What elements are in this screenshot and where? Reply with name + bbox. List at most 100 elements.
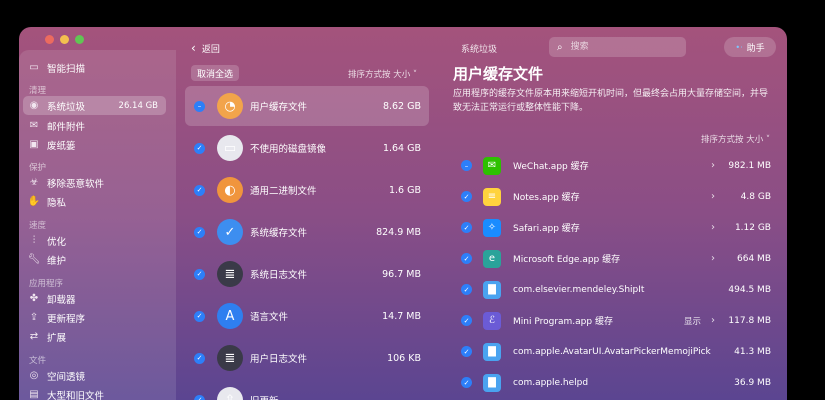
- window-controls: [45, 35, 84, 44]
- app-cache-row[interactable]: ✓ ▇ com.apple.helpd 36.9 MB: [456, 367, 776, 398]
- checkbox[interactable]: ✓: [194, 142, 205, 154]
- sidebar-item-optimization[interactable]: ⫶ 优化: [27, 231, 66, 250]
- show-link[interactable]: 显示: [684, 315, 701, 327]
- mini-program-icon: ℰ: [483, 311, 501, 330]
- sidebar-item-label: 移除恶意软件: [47, 178, 105, 190]
- category-row[interactable]: – ◔ 用户缓存文件 8.62 GB: [185, 86, 429, 126]
- category-row[interactable]: ✓ ✓ 系统缓存文件 824.9 MB: [185, 212, 429, 252]
- sort-dropdown[interactable]: 排序方式按 大小 ˅: [348, 68, 417, 80]
- category-row[interactable]: ✓ ▭ 不使用的磁盘镜像 1.64 GB: [185, 128, 429, 168]
- category-size: 96.7 MB: [382, 268, 421, 280]
- app-cache-row[interactable]: ✓ ▇ com.elsevier.mendeley.ShipIt 494.5 MB: [456, 274, 776, 305]
- assistant-button[interactable]: •· 助手: [724, 37, 776, 57]
- category-row[interactable]: ✓ ≣ 用户日志文件 106 KB: [185, 338, 429, 378]
- checkbox[interactable]: ✓: [194, 352, 205, 364]
- folder-icon: ▇: [483, 280, 501, 299]
- category-label: 系统缓存文件: [250, 228, 308, 239]
- category-size: 1.64 GB: [382, 142, 421, 154]
- back-button[interactable]: ‹ 返回: [191, 41, 220, 55]
- old-update-icon: ⇪: [217, 387, 243, 400]
- chevron-right-icon[interactable]: ›: [711, 253, 715, 264]
- chevron-right-icon[interactable]: ›: [711, 191, 715, 202]
- checkbox[interactable]: ✓: [194, 226, 205, 238]
- sidebar-section-title: 应用程序: [29, 279, 64, 289]
- category-row[interactable]: ✓ ≣ 系统日志文件 96.7 MB: [185, 254, 429, 294]
- sidebar-item-label: 更新程序: [47, 313, 86, 325]
- sidebar-item-extensions[interactable]: ⇄ 扩展: [27, 327, 66, 346]
- chevron-left-icon: ‹: [191, 41, 196, 55]
- sidebar-item-large-old-files[interactable]: ▤ 大型和旧文件: [27, 385, 104, 400]
- app-cache-row[interactable]: ✓ ℰ Mini Program.app 缓存 显示 › 117.8 MB: [456, 305, 776, 336]
- app-cache-size: 117.8 MB: [728, 315, 771, 326]
- sidebar-item-smart-scan[interactable]: ▭ 智能扫描: [27, 58, 85, 77]
- sidebar-item-label: 废纸篓: [47, 140, 76, 152]
- sidebar-item-malware-removal[interactable]: ☣ 移除恶意软件: [27, 173, 105, 192]
- chevron-right-icon[interactable]: ›: [711, 222, 715, 233]
- category-size: 8.62 GB: [382, 100, 421, 112]
- app-cache-row[interactable]: – ✉ WeChat.app 缓存 › 982.1 MB: [456, 150, 776, 181]
- minimize-window-button[interactable]: [60, 35, 69, 44]
- app-cache-row[interactable]: ✓ e Microsoft Edge.app 缓存 › 664 MB: [456, 243, 776, 274]
- app-cache-size: 664 MB: [737, 253, 771, 264]
- sidebar-item-mail-attachments[interactable]: ✉ 邮件附件: [27, 116, 85, 135]
- chevron-right-icon[interactable]: ›: [711, 315, 715, 326]
- sidebar-section-title: 速度: [29, 221, 47, 231]
- partial-checkbox[interactable]: –: [194, 100, 205, 112]
- sidebar-item-label: 大型和旧文件: [47, 390, 105, 400]
- app-cache-size: 41.3 MB: [734, 346, 771, 357]
- app-cache-size: 36.9 MB: [734, 377, 771, 388]
- sidebar-item-privacy[interactable]: ✋ 隐私: [27, 192, 66, 211]
- sidebar-item-uninstaller[interactable]: ✤ 卸载器: [27, 289, 76, 308]
- sidebar-item-trash[interactable]: ▣ 废纸篓: [27, 135, 76, 154]
- assistant-label: 助手: [746, 43, 765, 54]
- disk-image-icon: ▭: [217, 135, 243, 161]
- language-file-icon: A: [217, 303, 243, 329]
- app-cache-name: WeChat.app 缓存: [513, 162, 589, 172]
- checkbox[interactable]: ✓: [461, 377, 472, 388]
- app-cache-name: com.elsevier.mendeley.ShipIt: [513, 284, 645, 295]
- app-cache-row[interactable]: ✓ ▇ com.apple.AvatarUI.AvatarPickerMemojiP…: [456, 336, 776, 367]
- update-icon: ⇪: [29, 312, 39, 323]
- category-size: 14.7 MB: [382, 310, 421, 322]
- checkbox[interactable]: ✓: [194, 394, 205, 400]
- checkbox[interactable]: ✓: [461, 284, 472, 295]
- category-row[interactable]: ✓ ⇪ 旧更新: [185, 380, 429, 400]
- checkbox[interactable]: ✓: [461, 253, 472, 264]
- app-cache-size: 494.5 MB: [728, 284, 771, 295]
- sidebar-item-label: 系统垃圾: [47, 101, 86, 113]
- sidebar-item-maintenance[interactable]: 🔧︎ 维护: [27, 250, 66, 269]
- sidebar: ▭ 智能扫描 清理 ◉ 系统垃圾 26.14 GB ✉ 邮件附件 ▣ 废纸篓 保…: [19, 50, 176, 400]
- sidebar-item-updater[interactable]: ⇪ 更新程序: [27, 308, 85, 327]
- checkbox[interactable]: ✓: [461, 191, 472, 202]
- chevron-right-icon[interactable]: ›: [711, 160, 715, 171]
- category-row[interactable]: ✓ A 语言文件 14.7 MB: [185, 296, 429, 336]
- checkbox[interactable]: ✓: [461, 315, 472, 326]
- category-label: 系统日志文件: [250, 270, 308, 281]
- checkbox[interactable]: ✓: [461, 346, 472, 357]
- detail-sort-dropdown[interactable]: 排序方式按 大小 ˅: [701, 133, 770, 145]
- checkbox[interactable]: ✓: [194, 310, 205, 322]
- checkbox[interactable]: ✓: [194, 268, 205, 280]
- safari-icon: ✧: [483, 218, 501, 237]
- trash-circle-icon: ◉: [29, 100, 39, 111]
- zoom-window-button[interactable]: [75, 35, 84, 44]
- category-row[interactable]: ✓ ◐ 通用二进制文件 1.6 GB: [185, 170, 429, 210]
- folder-icon: ▇: [483, 342, 501, 361]
- app-cache-name: Notes.app 缓存: [513, 193, 580, 203]
- sidebar-item-space-lens[interactable]: ◎ 空间透镜: [27, 366, 85, 385]
- search-box[interactable]: ⌕: [549, 37, 686, 57]
- partial-checkbox[interactable]: –: [461, 160, 472, 171]
- deselect-all-button[interactable]: 取消全选: [191, 65, 240, 81]
- checkbox[interactable]: ✓: [194, 184, 205, 196]
- sidebar-item-system-junk[interactable]: ◉ 系统垃圾 26.14 GB: [23, 96, 166, 115]
- app-cache-row[interactable]: ✓ ≡ Notes.app 缓存 › 4.8 GB: [456, 181, 776, 212]
- close-window-button[interactable]: [45, 35, 54, 44]
- app-cache-row[interactable]: ✓ ✧ Safari.app 缓存 › 1.12 GB: [456, 212, 776, 243]
- checkbox[interactable]: ✓: [461, 222, 472, 233]
- mail-icon: ✉: [29, 120, 39, 131]
- app-window: ▭ 智能扫描 清理 ◉ 系统垃圾 26.14 GB ✉ 邮件附件 ▣ 废纸篓 保…: [19, 27, 787, 400]
- search-input[interactable]: [568, 41, 673, 53]
- sidebar-item-label: 隐私: [47, 197, 67, 209]
- hand-icon: ✋: [27, 196, 41, 207]
- wrench-icon: 🔧︎: [27, 254, 41, 265]
